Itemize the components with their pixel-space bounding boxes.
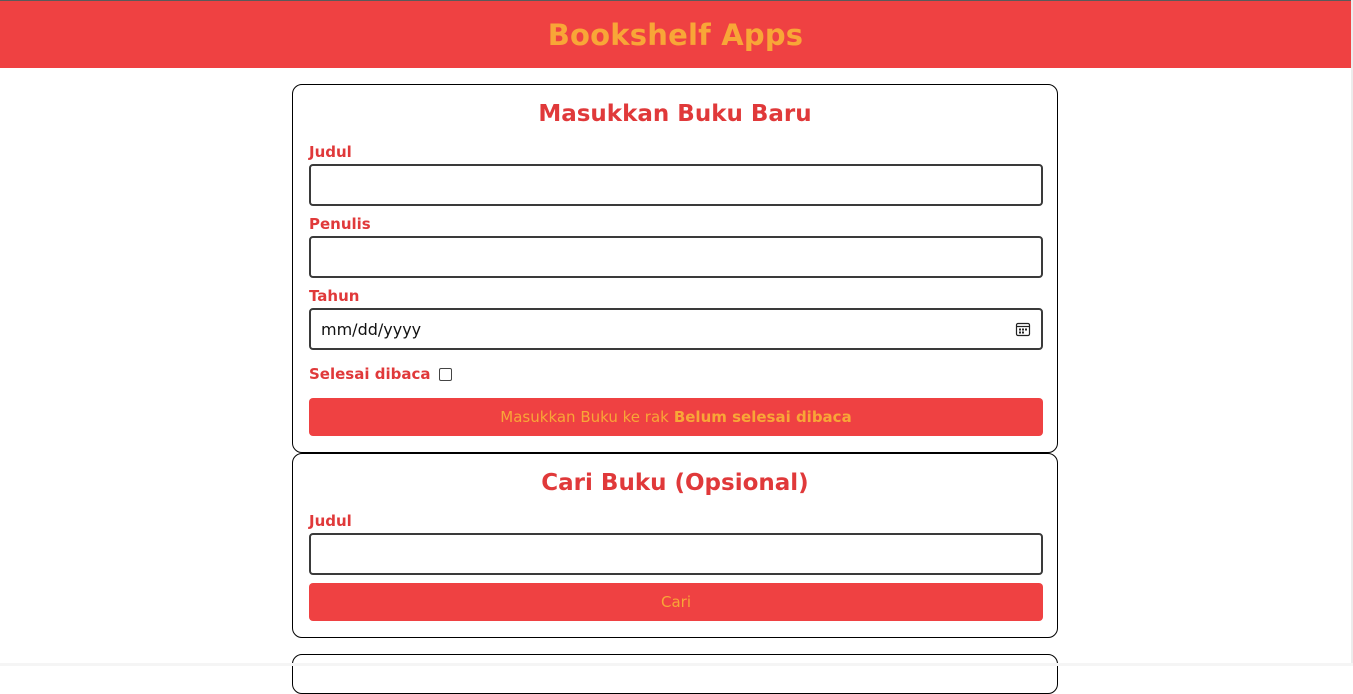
search-title-input[interactable] [309, 533, 1043, 575]
input-section-heading: Masukkan Buku Baru [538, 101, 812, 127]
submit-book-shelf: Belum selesai dibaca [673, 408, 852, 426]
search-book-section: Cari Buku (Opsional) Judul Cari [292, 453, 1058, 638]
author-input[interactable] [309, 236, 1043, 278]
title-label: Judul [309, 143, 352, 161]
complete-label: Selesai dibaca [309, 365, 431, 383]
bookshelf-section [292, 654, 1058, 694]
author-label: Penulis [309, 215, 371, 233]
year-label: Tahun [309, 287, 360, 305]
app-title: Bookshelf Apps [547, 17, 804, 52]
search-submit-label: Cari [661, 593, 691, 611]
search-section-heading: Cari Buku (Opsional) [541, 470, 809, 496]
complete-checkbox[interactable] [439, 367, 453, 381]
submit-book-button[interactable]: Masukkan Buku ke rak Belum selesai dibac… [309, 398, 1043, 436]
app-header: Bookshelf Apps [0, 1, 1351, 68]
input-book-section: Masukkan Buku Baru Judul Penulis Tahun m… [292, 84, 1058, 453]
calendar-icon[interactable] [1015, 321, 1031, 337]
search-submit-button[interactable]: Cari [309, 583, 1043, 621]
submit-book-prefix: Masukkan Buku ke rak [500, 408, 669, 426]
title-input[interactable] [309, 164, 1043, 206]
year-date-input[interactable]: mm/dd/yyyy [309, 308, 1043, 350]
complete-row: Selesai dibaca [309, 365, 453, 383]
search-title-label: Judul [309, 512, 352, 530]
year-date-placeholder: mm/dd/yyyy [321, 319, 422, 339]
